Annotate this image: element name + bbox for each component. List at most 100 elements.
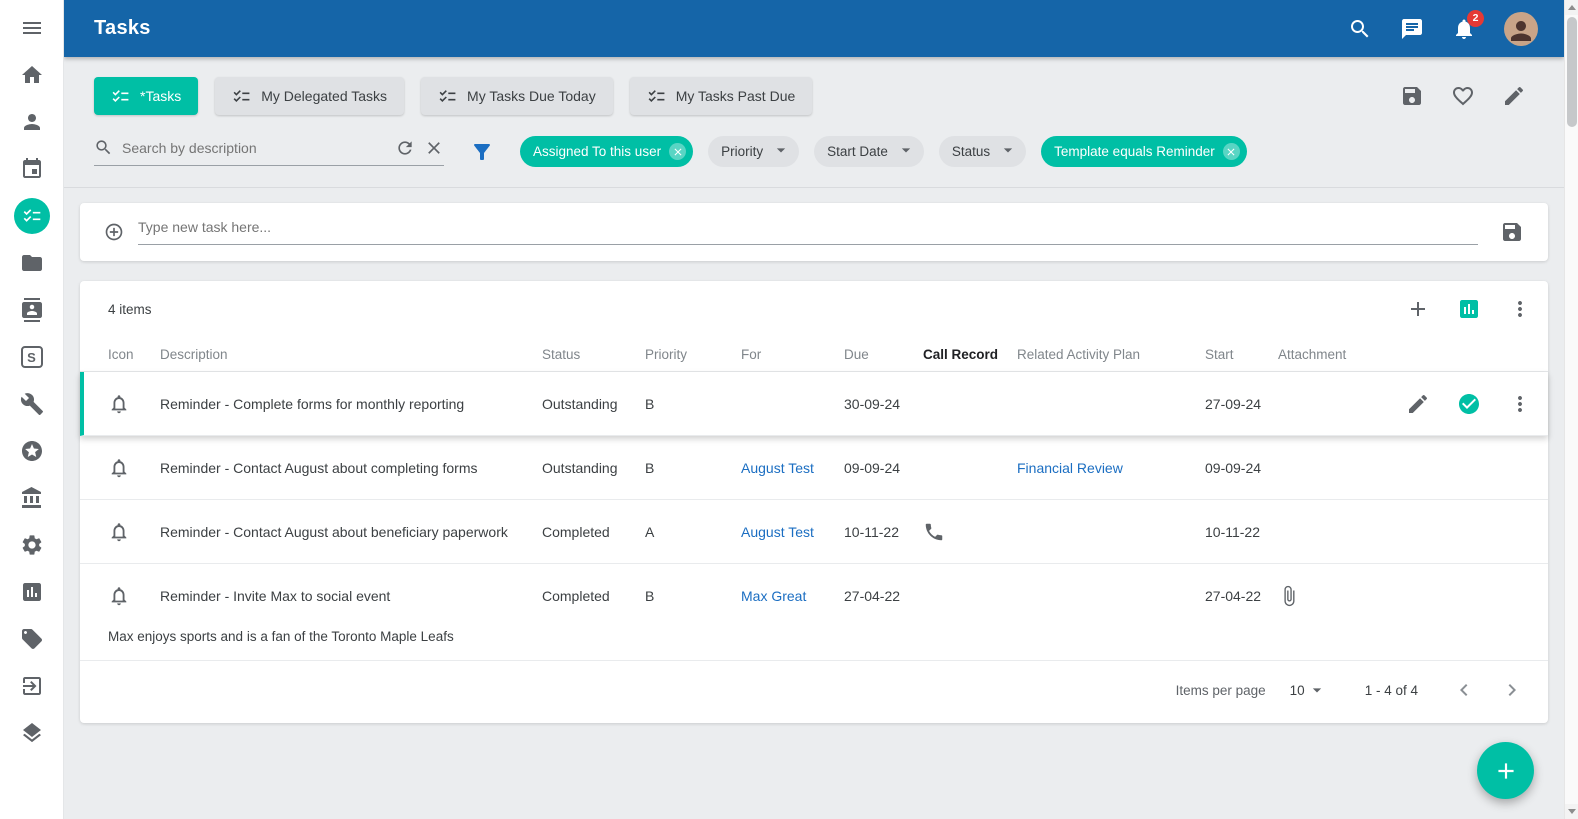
task-description: Reminder - Invite Max to social event (160, 588, 542, 604)
column-start[interactable]: Start (1205, 347, 1278, 362)
phone-icon[interactable] (923, 521, 945, 543)
column-icon[interactable]: Icon (108, 347, 160, 362)
more-options-icon[interactable] (1508, 297, 1532, 321)
chip-assigned-to-this-user[interactable]: Assigned To this user (520, 136, 693, 167)
main-area: Tasks 2 *Tasks My Delegat (64, 0, 1564, 819)
filter-icon[interactable] (470, 140, 494, 164)
view-tabs: *Tasks My Delegated Tasks My Tasks Due T… (80, 77, 1548, 115)
column-description[interactable]: Description (160, 347, 542, 362)
chip-priority[interactable]: Priority (708, 136, 799, 167)
table-row[interactable]: Reminder - Complete forms for monthly re… (80, 372, 1548, 436)
chevron-down-icon (998, 140, 1018, 163)
calendar-icon[interactable] (20, 157, 44, 181)
save-task-icon[interactable] (1500, 220, 1524, 244)
table-row[interactable]: Reminder - Contact August about completi… (80, 436, 1548, 500)
app-window: S Tasks 2 (0, 0, 1578, 819)
column-for[interactable]: For (741, 347, 844, 362)
reminder-bell-icon (108, 393, 130, 415)
tasks-icon[interactable] (14, 198, 50, 234)
bank-icon[interactable] (20, 486, 44, 510)
task-priority: B (645, 460, 741, 476)
tab-my-delegated-tasks[interactable]: My Delegated Tasks (215, 77, 404, 115)
chat-icon[interactable] (1400, 17, 1424, 41)
complete-task-icon[interactable] (1457, 392, 1481, 416)
table-header-row: Icon Description Status Priority For Due… (80, 337, 1548, 372)
items-count: 4 items (108, 302, 152, 317)
chart-icon[interactable] (1457, 297, 1481, 321)
chevron-down-icon (771, 140, 791, 163)
previous-page-icon[interactable] (1452, 678, 1476, 702)
task-related-plan-link[interactable]: Financial Review (1017, 460, 1205, 476)
reports-icon[interactable] (20, 580, 44, 604)
chip-status[interactable]: Status (939, 136, 1026, 167)
new-task-input[interactable] (138, 219, 1478, 235)
column-status[interactable]: Status (542, 347, 645, 362)
task-status: Outstanding (542, 396, 645, 412)
table-row[interactable]: Reminder - Contact August about benefici… (80, 500, 1548, 564)
search-input[interactable] (122, 140, 386, 156)
edit-view-icon[interactable] (1502, 84, 1526, 108)
paperclip-icon[interactable] (1278, 585, 1300, 607)
scrollbar-thumb[interactable] (1567, 17, 1577, 127)
column-related-activity-plan[interactable]: Related Activity Plan (1017, 347, 1205, 362)
task-for-link[interactable]: Max Great (741, 588, 844, 604)
table-row[interactable]: Reminder - Invite Max to social event Co… (80, 564, 1548, 661)
layers-icon[interactable] (20, 721, 44, 745)
scroll-down-icon[interactable] (1565, 804, 1578, 819)
edit-task-icon[interactable] (1406, 392, 1430, 416)
home-icon[interactable] (20, 63, 44, 87)
stars-icon[interactable] (20, 439, 44, 463)
avatar[interactable] (1504, 12, 1538, 46)
scroll-up-icon[interactable] (1565, 0, 1578, 15)
page-size-select[interactable]: 10 (1290, 680, 1327, 700)
chip-remove-icon[interactable] (669, 143, 686, 160)
task-note: Max enjoys sports and is a fan of the To… (80, 627, 1548, 660)
person-icon[interactable] (20, 110, 44, 134)
chip-start-date[interactable]: Start Date (814, 136, 924, 167)
favorite-icon[interactable] (1451, 84, 1475, 108)
column-due[interactable]: Due (844, 347, 923, 362)
add-task-icon[interactable] (104, 222, 124, 242)
tools-icon[interactable] (20, 392, 44, 416)
task-due: 30-09-24 (844, 396, 923, 412)
sidebar: S (0, 0, 64, 819)
tag-icon[interactable] (20, 627, 44, 651)
task-for-link[interactable]: August Test (741, 524, 844, 540)
sales-icon[interactable]: S (20, 345, 44, 369)
settings-icon[interactable] (20, 533, 44, 557)
tab-label: *Tasks (140, 88, 181, 104)
search-icon[interactable] (1348, 17, 1372, 41)
add-task-fab[interactable] (1477, 742, 1534, 799)
sales-letter: S (21, 346, 43, 368)
task-status: Outstanding (542, 460, 645, 476)
refresh-icon[interactable] (395, 138, 415, 158)
task-due: 09-09-24 (844, 460, 923, 476)
exit-icon[interactable] (20, 674, 44, 698)
contacts-icon[interactable] (20, 298, 44, 322)
filter-bar: Assigned To this user Priority Start Dat… (80, 136, 1548, 167)
column-attachment[interactable]: Attachment (1278, 347, 1378, 362)
save-view-icon[interactable] (1400, 84, 1424, 108)
clear-search-icon[interactable] (424, 138, 444, 158)
chip-remove-icon[interactable] (1223, 143, 1240, 160)
row-more-icon[interactable] (1508, 392, 1532, 416)
task-start: 27-09-24 (1205, 396, 1278, 412)
tab-my-tasks-past-due[interactable]: My Tasks Past Due (630, 77, 813, 115)
tab-tasks[interactable]: *Tasks (94, 77, 198, 115)
add-icon[interactable] (1406, 297, 1430, 321)
menu-icon[interactable] (20, 16, 44, 40)
search-field-icon (94, 138, 113, 157)
column-priority[interactable]: Priority (645, 347, 741, 362)
column-call-record[interactable]: Call Record (923, 347, 1017, 362)
page-size-value: 10 (1290, 683, 1305, 698)
view-actions (1400, 84, 1534, 108)
folder-icon[interactable] (20, 251, 44, 275)
notifications-icon[interactable]: 2 (1452, 17, 1476, 41)
task-for-link[interactable]: August Test (741, 460, 844, 476)
chip-template-equals-reminder[interactable]: Template equals Reminder (1041, 136, 1247, 167)
chip-label: Status (952, 144, 990, 159)
tab-my-tasks-due-today[interactable]: My Tasks Due Today (421, 77, 613, 115)
next-page-icon[interactable] (1500, 678, 1524, 702)
content-area: *Tasks My Delegated Tasks My Tasks Due T… (64, 57, 1564, 819)
pagination-bar: Items per page 10 1 - 4 of 4 (80, 661, 1548, 719)
